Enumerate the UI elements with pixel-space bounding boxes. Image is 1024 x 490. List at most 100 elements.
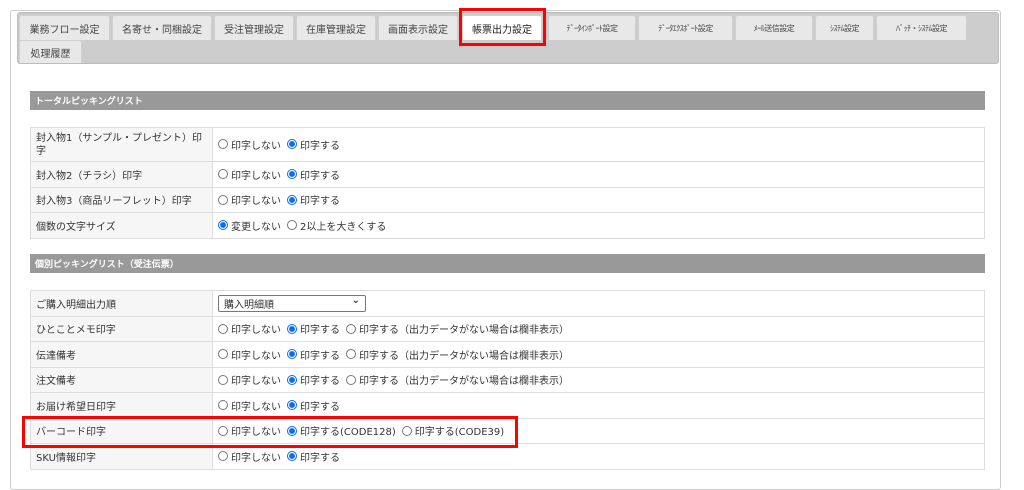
radio-option[interactable]: 印字する	[287, 137, 340, 152]
radio-option[interactable]: 印字しない	[218, 423, 281, 438]
radio-unchecked-icon[interactable]	[218, 139, 228, 150]
tab-3[interactable]: 在庫管理設定	[296, 15, 376, 40]
setting-row: 個数の文字サイズ 変更しない 2以上を大きくする	[30, 212, 985, 239]
radio-option[interactable]: 2以上を大きくする	[287, 218, 386, 233]
radio-label: 印字する	[300, 376, 340, 387]
setting-label: ご購入明細出力順	[30, 290, 213, 317]
radio-label: 印字する(CODE128)	[300, 427, 396, 438]
setting-row: 封入物3（商品リーフレット）印字 印字しない 印字する	[30, 186, 985, 213]
tab-11[interactable]: 処理履歴	[19, 40, 82, 63]
radio-option[interactable]: 印字しない	[218, 372, 281, 387]
radio-checked-icon[interactable]	[287, 374, 297, 385]
setting-value: 印字しない 印字する 印字する（出力データがない場合は欄非表示）	[212, 366, 985, 393]
tab-6[interactable]: ﾃﾞｰﾀｲﾝﾎﾟｰﾄ設定	[548, 15, 636, 40]
radio-option[interactable]: 印字する	[287, 449, 340, 464]
radio-label: 印字しない	[231, 401, 281, 413]
radio-label: 印字する	[300, 452, 340, 464]
individual-picking-table: ご購入明細出力順 購入明細順 ⌄ ひとことメモ印字 印字しない 印字する 印字する（出力デー…	[30, 290, 985, 470]
radio-option[interactable]: 印字する	[287, 372, 340, 387]
tab-1[interactable]: 名寄せ・同梱設定	[112, 15, 212, 40]
radio-checked-icon[interactable]	[287, 194, 297, 205]
tab-7[interactable]: ﾃﾞｰﾀｴｸｽﾎﾟｰﾄ設定	[638, 15, 733, 40]
setting-value: 印字しない 印字する	[212, 127, 985, 162]
radio-option[interactable]: 印字しない	[218, 347, 281, 362]
radio-option[interactable]: 変更しない	[218, 218, 281, 233]
radio-checked-icon[interactable]	[287, 451, 297, 461]
radio-option[interactable]: 印字しない	[218, 167, 281, 182]
tab-9[interactable]: ｼｽﾃﾑ設定	[815, 15, 874, 40]
radio-checked-icon[interactable]	[218, 220, 228, 230]
tab-5[interactable]: 帳票出力設定	[462, 15, 542, 40]
chevron-down-icon: ⌄	[351, 295, 360, 307]
radio-checked-icon[interactable]	[287, 425, 297, 436]
radio-label: 印字しない	[231, 196, 281, 207]
radio-option[interactable]: 印字する	[287, 398, 340, 413]
radio-unchecked-icon[interactable]	[218, 374, 228, 385]
radio-option[interactable]: 印字しない	[218, 192, 281, 207]
setting-label: 個数の文字サイズ	[30, 212, 213, 239]
setting-value: 印字しない 印字する	[212, 392, 985, 419]
radio-option[interactable]: 印字する(CODE128)	[287, 423, 396, 438]
setting-value: 印字しない 印字する	[212, 186, 985, 213]
radio-label: 印字する	[300, 170, 340, 182]
radio-unchecked-icon[interactable]	[346, 323, 356, 334]
radio-label: 印字しない	[231, 427, 281, 438]
setting-label: 封入物2（チラシ）印字	[30, 161, 213, 188]
radio-label: 印字する(CODE39)	[414, 427, 505, 438]
tab-8[interactable]: ﾒｰﾙ送信設定	[735, 15, 813, 40]
setting-label: 封入物3（商品リーフレット）印字	[30, 186, 213, 213]
radio-unchecked-icon[interactable]	[218, 349, 228, 359]
tab-4[interactable]: 画面表示設定	[378, 15, 458, 40]
radio-unchecked-icon[interactable]	[218, 425, 228, 436]
radio-checked-icon[interactable]	[287, 400, 297, 410]
radio-option[interactable]: 印字しない	[218, 321, 281, 336]
radio-label: 変更しない	[231, 221, 281, 233]
setting-row: 封入物2（チラシ）印字 印字しない 印字する	[30, 161, 985, 188]
radio-unchecked-icon[interactable]	[218, 451, 228, 461]
radio-unchecked-icon[interactable]	[401, 425, 412, 436]
radio-label: 印字しない	[231, 325, 281, 336]
radio-unchecked-icon[interactable]	[218, 169, 228, 179]
setting-label: お届け希望日印字	[30, 392, 213, 419]
radio-unchecked-icon[interactable]	[218, 400, 228, 410]
select-value: 購入明細順	[224, 299, 274, 311]
radio-option[interactable]: 印字する	[287, 167, 340, 182]
radio-unchecked-icon[interactable]	[346, 349, 356, 359]
radio-option[interactable]: 印字する	[287, 321, 340, 336]
radio-option[interactable]: 印字する（出力データがない場合は欄非表示）	[346, 372, 569, 387]
setting-label: バーコード印字	[30, 417, 213, 444]
setting-row: ひとことメモ印字 印字しない 印字する 印字する（出力データがない場合は欄非表示）	[30, 315, 985, 342]
tab-10[interactable]: ﾊﾞｯﾁ・ｼｽﾃﾑ設定	[876, 15, 967, 40]
radio-checked-icon[interactable]	[287, 349, 297, 359]
radio-unchecked-icon[interactable]	[287, 220, 297, 230]
setting-value: 印字しない 印字する 印字する（出力データがない場合は欄非表示）	[212, 341, 985, 368]
setting-row: ご購入明細出力順 購入明細順 ⌄	[30, 290, 985, 317]
radio-option[interactable]: 印字する	[287, 347, 340, 362]
setting-value: 印字しない 印字する 印字する（出力データがない場合は欄非表示）	[212, 315, 985, 342]
radio-unchecked-icon[interactable]	[218, 194, 228, 205]
radio-checked-icon[interactable]	[287, 323, 297, 334]
radio-unchecked-icon[interactable]	[346, 374, 356, 385]
order-select[interactable]: 購入明細順 ⌄	[218, 294, 366, 312]
setting-label: 注文備考	[30, 366, 213, 393]
setting-value: 印字しない 印字する(CODE128) 印字する(CODE39)	[212, 417, 985, 444]
tab-2[interactable]: 受注管理設定	[214, 15, 294, 40]
radio-label: 印字する	[300, 401, 340, 413]
setting-label: 伝達備考	[30, 341, 213, 368]
radio-option[interactable]: 印字しない	[218, 449, 281, 464]
radio-checked-icon[interactable]	[287, 139, 297, 150]
radio-label: 2以上を大きくする	[300, 221, 387, 233]
radio-unchecked-icon[interactable]	[218, 323, 228, 334]
radio-option[interactable]: 印字する（出力データがない場合は欄非表示）	[346, 321, 569, 336]
setting-value: 購入明細順 ⌄	[212, 290, 985, 317]
radio-label: 印字しない	[231, 140, 281, 152]
radio-option[interactable]: 印字する（出力データがない場合は欄非表示）	[346, 347, 569, 362]
radio-checked-icon[interactable]	[287, 169, 297, 179]
radio-label: 印字しない	[231, 452, 281, 464]
radio-option[interactable]: 印字する(CODE39)	[401, 423, 505, 438]
radio-option[interactable]: 印字する	[287, 192, 340, 207]
radio-option[interactable]: 印字しない	[218, 137, 281, 152]
radio-label: 印字する	[300, 350, 340, 362]
radio-option[interactable]: 印字しない	[218, 398, 281, 413]
tab-0[interactable]: 業務フロー設定	[19, 15, 110, 40]
